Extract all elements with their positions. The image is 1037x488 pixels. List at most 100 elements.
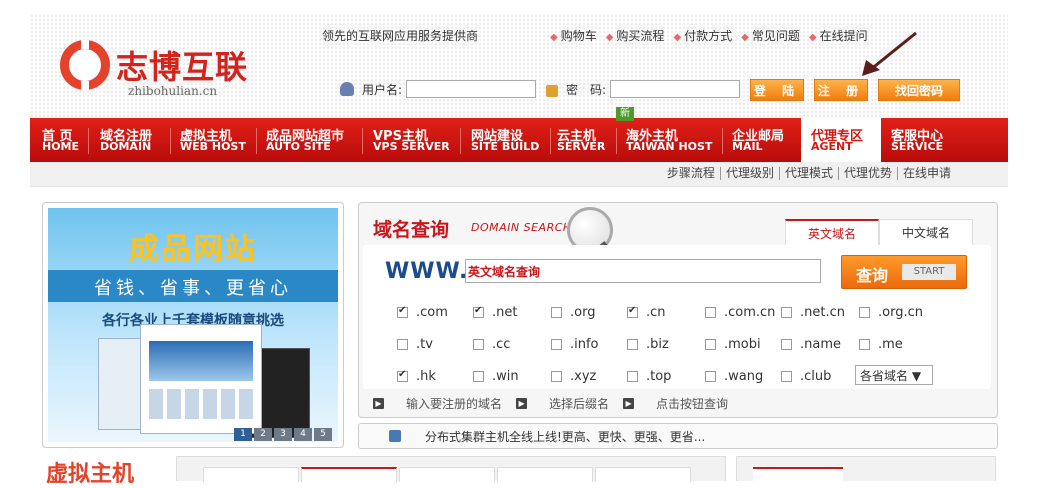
logo[interactable]: 志博互联 zhibohulian.cn <box>60 40 290 106</box>
tld-option-top[interactable]: .top <box>627 369 671 384</box>
checkbox[interactable] <box>859 307 870 318</box>
checkbox[interactable] <box>551 307 562 318</box>
tld-option-win[interactable]: .win <box>473 369 519 384</box>
pager-dot[interactable]: 5 <box>314 428 332 441</box>
tld-option-cc[interactable]: .cc <box>473 337 510 352</box>
subnav-item-mode[interactable]: 代理模式 <box>780 167 839 180</box>
tld-option-hk[interactable]: .hk <box>397 369 436 384</box>
nav-item-webhost[interactable]: 虚拟主机 WEB HOST <box>180 118 254 162</box>
username-input[interactable] <box>406 80 537 98</box>
domain-search-input[interactable]: 英文域名查询 <box>465 259 821 283</box>
username-label: 用户名: <box>362 82 403 97</box>
tld-option-wang[interactable]: .wang <box>705 369 763 384</box>
register-button[interactable]: 注 册 <box>814 79 868 101</box>
top-link-process[interactable]: ◆ 购买流程 <box>606 27 665 44</box>
checkbox[interactable] <box>473 371 484 382</box>
checkbox[interactable] <box>551 339 562 350</box>
user-icon <box>340 82 354 96</box>
webhost-tab[interactable] <box>301 467 397 483</box>
news-tab[interactable] <box>753 467 843 483</box>
checkbox[interactable] <box>627 371 638 382</box>
tab-english-domain[interactable]: 英文域名 <box>785 219 879 247</box>
logo-subtext: zhibohulian.cn <box>128 84 218 98</box>
tld-option-com-cn[interactable]: .com.cn <box>705 305 775 320</box>
nav-item-sitebuild[interactable]: 网站建设 SITE BUILD <box>471 118 547 162</box>
nav-item-service[interactable]: 客服中心 SERVICE <box>891 118 957 162</box>
domain-search-button[interactable]: 查询 START <box>841 255 967 289</box>
promo-banner[interactable]: 成品网站 省钱、省事、更省心 各行各业上千套模板随意挑选 1 2 3 4 5 <box>42 202 344 448</box>
tld-option-xyz[interactable]: .xyz <box>551 369 596 384</box>
tag-icon: ◆ <box>605 32 614 43</box>
tld-option-net-cn[interactable]: .net.cn <box>781 305 845 320</box>
step-item: ▶ 输入要注册的域名 <box>373 395 502 412</box>
checkbox[interactable] <box>705 307 716 318</box>
step-arrow-icon: ▶ <box>623 397 635 409</box>
nav-item-autosite[interactable]: 成品网站超市 AUTO SITE <box>266 118 358 162</box>
subnav: 步骤流程 代理级别 代理模式 代理优势 在线申请 <box>30 162 1008 187</box>
tld-option-org-cn[interactable]: .org.cn <box>859 305 923 320</box>
forgot-password-button[interactable]: 找回密码 <box>878 79 960 101</box>
top-link-payment[interactable]: ◆ 付款方式 <box>673 27 732 44</box>
tld-option-name[interactable]: .name <box>781 337 841 352</box>
pager-dot[interactable]: 4 <box>294 428 312 441</box>
step-item: ▶ 选择后缀名 <box>516 395 609 412</box>
main-nav: 首 页 HOME 域名注册 DOMAIN 虚拟主机 WEB HOST 成品网站超市 AU… <box>30 118 1008 162</box>
lock-icon <box>546 85 559 97</box>
pager-dot[interactable]: 3 <box>274 428 292 441</box>
checkbox[interactable] <box>859 339 870 350</box>
nav-item-cloud[interactable]: 云主机 SERVER <box>557 118 613 162</box>
checkbox[interactable] <box>473 339 484 350</box>
checkbox[interactable] <box>397 339 408 350</box>
checkbox[interactable] <box>627 305 638 318</box>
password-input[interactable] <box>610 80 741 98</box>
checkbox[interactable] <box>397 369 408 382</box>
pager-dot[interactable]: 1 <box>234 428 252 441</box>
checkbox[interactable] <box>781 339 792 350</box>
tld-option-cn[interactable]: .cn <box>627 305 666 320</box>
checkbox[interactable] <box>705 371 716 382</box>
nav-item-overseas[interactable]: 海外主机 TAIWAN HOST <box>626 118 716 162</box>
nav-item-vps[interactable]: VPS主机 VPS SERVER <box>373 118 453 162</box>
top-link-ask[interactable]: ◆ 在线提问 <box>809 27 868 44</box>
checkbox[interactable] <box>397 305 408 318</box>
checkbox[interactable] <box>781 307 792 318</box>
province-domain-select[interactable]: 各省域名 ▼ <box>855 365 933 385</box>
subnav-item-advantage[interactable]: 代理优势 <box>839 167 898 180</box>
login-button[interactable]: 登 陆 <box>750 79 804 101</box>
checkbox[interactable] <box>473 305 484 318</box>
page: 志博互联 zhibohulian.cn 领先的互联网应用服务提供商 ◆ 购物车 ◆… <box>30 14 1008 487</box>
tld-option-com[interactable]: .com <box>397 305 448 320</box>
checkbox[interactable] <box>705 339 716 350</box>
arrow-annotation <box>862 31 917 76</box>
checkbox[interactable] <box>781 371 792 382</box>
template-preview <box>140 324 262 434</box>
pager-dot[interactable]: 2 <box>254 428 272 441</box>
subnav-item-steps[interactable]: 步骤流程 <box>662 167 721 180</box>
nav-item-home[interactable]: 首 页 HOME <box>42 118 82 162</box>
checkbox[interactable] <box>627 339 638 350</box>
step-arrow-icon: ▶ <box>516 397 528 409</box>
tld-option-biz[interactable]: .biz <box>627 337 669 352</box>
slogan: 领先的互联网应用服务提供商 <box>322 29 479 43</box>
subnav-item-level[interactable]: 代理级别 <box>721 167 780 180</box>
checkbox[interactable] <box>551 371 562 382</box>
tld-option-net[interactable]: .net <box>473 305 517 320</box>
tld-option-org[interactable]: .org <box>551 305 595 320</box>
tld-option-info[interactable]: .info <box>551 337 599 352</box>
nav-item-domain[interactable]: 域名注册 DOMAIN <box>100 118 166 162</box>
banner-subtitle: 省钱、省事、更省心 <box>94 278 292 299</box>
tld-option-club[interactable]: .club <box>781 369 831 384</box>
top-link-faq[interactable]: ◆ 常见问题 <box>741 27 800 44</box>
notice-text[interactable]: 分布式集群主机全线上线!更高、更快、更强、更省... <box>425 428 705 445</box>
nav-item-agent[interactable]: 代理专区 AGENT <box>801 118 881 162</box>
top-link-cart[interactable]: ◆ 购物车 <box>550 27 597 44</box>
subnav-item-apply[interactable]: 在线申请 <box>898 167 956 180</box>
nav-item-mail[interactable]: 企业邮局 MAIL <box>732 118 794 162</box>
tld-option-tv[interactable]: .tv <box>397 337 433 352</box>
nav-divider <box>550 128 551 154</box>
tld-option-mobi[interactable]: .mobi <box>705 337 761 352</box>
header: 志博互联 zhibohulian.cn 领先的互联网应用服务提供商 ◆ 购物车 ◆… <box>30 14 1008 118</box>
tab-chinese-domain[interactable]: 中文域名 <box>879 219 973 246</box>
nav-divider <box>170 128 171 154</box>
tld-option-me[interactable]: .me <box>859 337 903 352</box>
